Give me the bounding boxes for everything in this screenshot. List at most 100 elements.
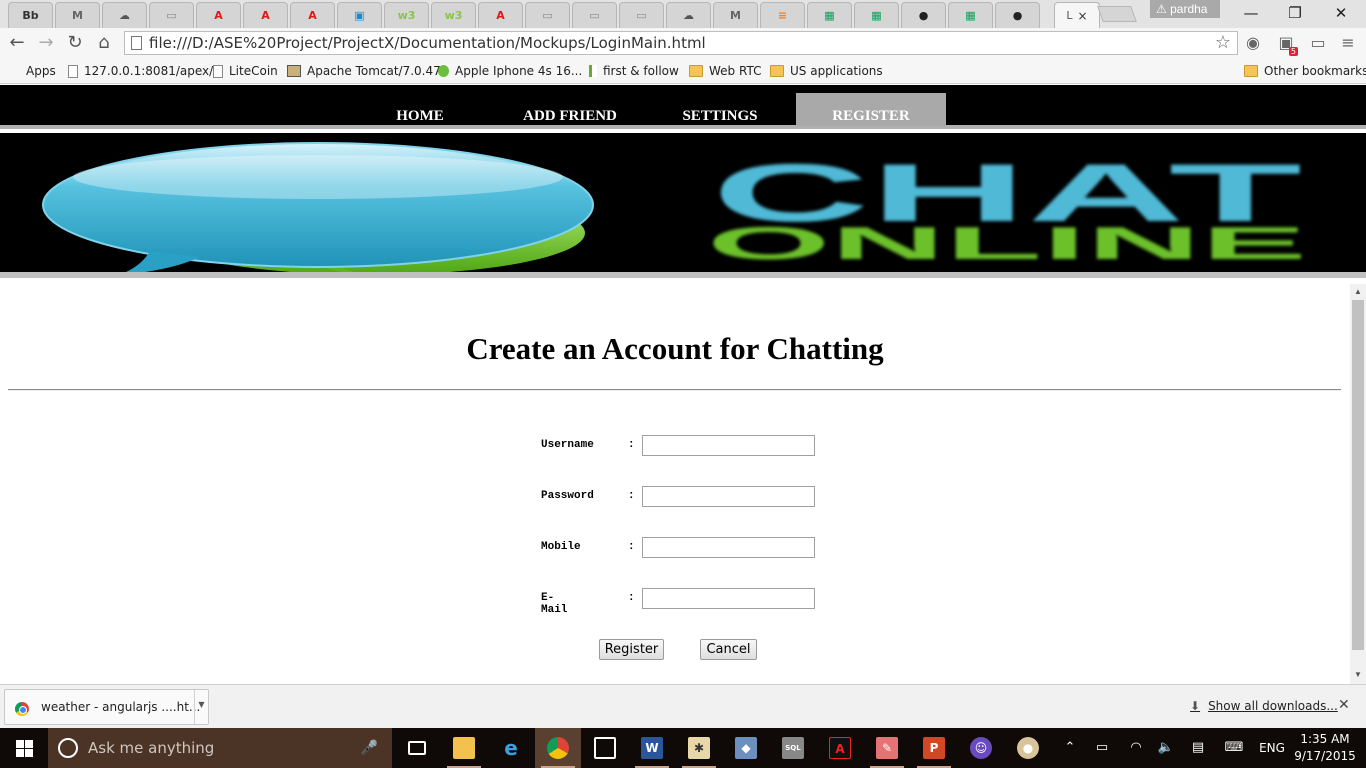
browser-tab[interactable]: ▭ (572, 2, 617, 28)
show-all-downloads-link[interactable]: ⬇ Show all downloads... (1190, 699, 1338, 713)
browser-tab[interactable]: A (196, 2, 241, 28)
taskbar-sql-developer[interactable]: SQL (770, 728, 816, 768)
notifications-icon[interactable]: ▤ (1188, 728, 1208, 768)
scroll-up-icon[interactable]: ▲ (1350, 285, 1366, 299)
password-input[interactable] (642, 486, 815, 507)
nav-home[interactable]: HOME (345, 93, 495, 126)
browser-tab[interactable]: M (713, 2, 758, 28)
bookmark-item[interactable]: first & follow (589, 62, 679, 80)
cancel-button[interactable]: Cancel (700, 639, 757, 660)
nav-add-friend[interactable]: ADD FRIEND (495, 93, 645, 126)
browser-tab[interactable]: ☁ (102, 2, 147, 28)
browser-tab[interactable]: A (243, 2, 288, 28)
bookmark-item[interactable]: 127.0.0.1:8081/apex/ (68, 62, 213, 80)
taskbar-app-cat[interactable]: ☺ (958, 728, 1004, 768)
bookmark-item[interactable]: Web RTC (689, 62, 761, 80)
new-tab-button[interactable] (1097, 6, 1137, 22)
extension-icon[interactable]: ◉ (1243, 33, 1263, 53)
minimize-button[interactable]: — (1228, 0, 1274, 26)
taskbar-acrobat[interactable]: A (817, 728, 863, 768)
tab-favicon-icon: ☁ (119, 9, 130, 22)
close-window-button[interactable]: ✕ (1318, 0, 1364, 26)
profile-badge[interactable]: ⚠ pardha (1150, 0, 1220, 18)
mobile-input[interactable] (642, 537, 815, 558)
language-indicator[interactable]: ENG (1256, 728, 1288, 768)
forward-button[interactable]: → (35, 32, 57, 54)
browser-tab[interactable]: ▦ (854, 2, 899, 28)
browser-tab[interactable]: w3 (431, 2, 476, 28)
microphone-icon[interactable]: 🎤 (361, 728, 378, 768)
email-input[interactable] (642, 588, 815, 609)
home-button[interactable]: ⌂ (93, 32, 115, 54)
task-view-button[interactable] (394, 728, 440, 768)
tray-overflow-icon[interactable]: ⌃ (1060, 728, 1080, 768)
bookmark-item[interactable]: Apps (7, 62, 56, 80)
tab-favicon-icon: ▭ (166, 9, 177, 22)
taskbar-paint[interactable]: ✎ (864, 728, 910, 768)
register-button[interactable]: Register (599, 639, 664, 660)
bookmark-item[interactable]: LiteCoin (213, 62, 278, 80)
browser-tab[interactable]: ▦ (948, 2, 993, 28)
scrollbar-thumb[interactable] (1352, 300, 1364, 650)
scroll-down-icon[interactable]: ▼ (1350, 668, 1366, 682)
bookmark-star-icon[interactable]: ☆ (1215, 32, 1231, 54)
menu-icon[interactable]: ≡ (1338, 33, 1358, 53)
taskbar-edge[interactable]: e (488, 728, 534, 768)
browser-tab[interactable]: Bb (8, 2, 53, 28)
taskbar-tomcat[interactable]: ✱ (676, 728, 722, 768)
keyboard-icon[interactable]: ⌨ (1222, 728, 1246, 768)
username-colon: : (628, 439, 635, 451)
tab-favicon-icon: ▦ (824, 9, 835, 22)
tab-close-icon[interactable]: × (1078, 9, 1088, 23)
taskbar-virtualbox[interactable]: ◆ (723, 728, 769, 768)
cortana-search[interactable]: Ask me anything 🎤 (48, 728, 392, 768)
browser-tab[interactable]: A (290, 2, 335, 28)
username-input[interactable] (642, 435, 815, 456)
browser-tab[interactable]: A (478, 2, 523, 28)
reload-button[interactable]: ↻ (64, 32, 86, 54)
browser-tab[interactable]: ≡ (760, 2, 805, 28)
battery-icon[interactable]: ▭ (1092, 728, 1112, 768)
browser-tab[interactable]: ▣ (337, 2, 382, 28)
volume-icon[interactable]: 🔈 (1156, 728, 1176, 768)
address-bar[interactable]: file:///D:/ASE%20Project/ProjectX/Docume… (124, 31, 1238, 55)
extension-badge-icon[interactable]: ▣ 5 (1276, 33, 1298, 56)
email-label: E-Mail (541, 592, 568, 616)
nav-settings[interactable]: SETTINGS (645, 93, 795, 126)
bookmark-item[interactable]: US applications (770, 62, 883, 80)
browser-tab[interactable]: ☁ (666, 2, 711, 28)
show-all-downloads-label: Show all downloads... (1208, 699, 1338, 713)
browser-tab[interactable]: ▭ (525, 2, 570, 28)
taskbar-store[interactable] (582, 728, 628, 768)
cast-icon[interactable]: ▭ (1308, 33, 1328, 53)
close-shelf-icon[interactable]: ✕ (1338, 697, 1350, 713)
taskbar-clock[interactable]: 1:35 AM 9/17/2015 (1290, 731, 1360, 765)
taskbar-powerpoint[interactable]: P (911, 728, 957, 768)
browser-tab[interactable]: ● (901, 2, 946, 28)
download-item[interactable]: weather - angularjs ....ht... ▼ (4, 689, 209, 725)
restore-button[interactable]: ❐ (1272, 0, 1318, 26)
back-button[interactable]: ← (6, 32, 28, 54)
taskbar-app-palette[interactable]: ● (1005, 728, 1051, 768)
browser-tab[interactable]: ▭ (149, 2, 194, 28)
bookmark-item[interactable]: Apple Iphone 4s 16... (438, 62, 582, 80)
profile-name: pardha (1170, 2, 1208, 16)
browser-tab[interactable]: ● (995, 2, 1040, 28)
active-tab[interactable]: L × (1054, 2, 1100, 28)
taskbar-word[interactable]: W (629, 728, 675, 768)
browser-tab[interactable]: ▦ (807, 2, 852, 28)
page-icon (131, 36, 142, 50)
browser-tab[interactable]: M (55, 2, 100, 28)
other-bookmarks[interactable]: Other bookmarks (1244, 62, 1366, 80)
taskbar-chrome[interactable] (535, 728, 581, 768)
page-scrollbar[interactable]: ▲ ▼ (1350, 284, 1366, 684)
browser-tab[interactable]: ▭ (619, 2, 664, 28)
wifi-icon[interactable]: ◠ (1126, 728, 1146, 768)
taskbar-file-explorer[interactable] (441, 728, 487, 768)
browser-tab[interactable]: w3 (384, 2, 429, 28)
tab-favicon-icon: ≡ (777, 9, 788, 22)
bookmark-item[interactable]: Apache Tomcat/7.0.47 (287, 62, 441, 80)
nav-register[interactable]: REGISTER (796, 93, 946, 126)
download-menu-icon[interactable]: ▼ (194, 690, 208, 724)
start-button[interactable] (0, 728, 48, 768)
